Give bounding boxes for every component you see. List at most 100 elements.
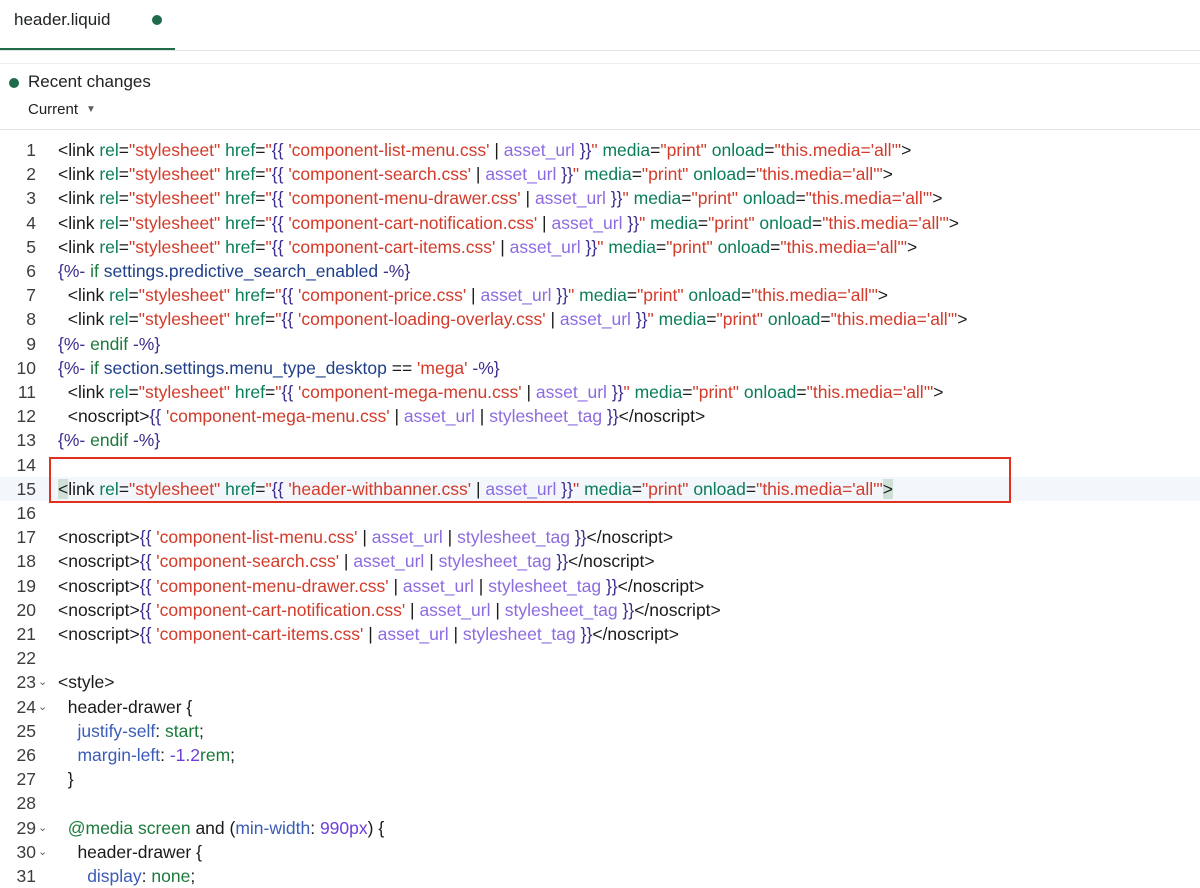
- code-line[interactable]: 17 <noscript>{{ 'component-list-menu.css'…: [0, 525, 1200, 549]
- status-dot-icon: [9, 78, 19, 88]
- line-number: 18: [16, 551, 36, 572]
- tab-label: header.liquid: [14, 10, 111, 29]
- code-line[interactable]: 24 ⌄ header-drawer {: [0, 695, 1200, 719]
- code-editor[interactable]: 1 <link rel="stylesheet" href="{{ 'compon…: [0, 129, 1200, 888]
- fold-chevron-icon[interactable]: ⌄: [38, 816, 47, 840]
- line-number: 6: [26, 261, 36, 281]
- line-number: 28: [16, 793, 36, 814]
- code-line[interactable]: 19 <noscript>{{ 'component-menu-drawer.cs…: [0, 574, 1200, 598]
- code-line[interactable]: 25 justify-self: start;: [0, 719, 1200, 743]
- line-number: 24: [16, 696, 36, 717]
- line-number: 17: [16, 527, 36, 548]
- code-text: display: none;: [87, 866, 196, 886]
- code-text: <style>: [58, 672, 115, 693]
- code-line[interactable]: 27 }: [0, 767, 1200, 791]
- line-number: 23: [16, 672, 36, 693]
- line-number: 7: [26, 285, 36, 306]
- code-text: {%- endif -%}: [58, 333, 161, 354]
- line-number: 25: [16, 720, 36, 741]
- line-number: 1: [26, 140, 36, 160]
- code-line[interactable]: 4 <link rel="stylesheet" href="{{ 'compon…: [0, 211, 1200, 235]
- code-text: <link rel="stylesheet" href="{{ 'compone…: [58, 382, 944, 402]
- line-number: 12: [16, 406, 36, 427]
- code-line[interactable]: 3 <link rel="stylesheet" href="{{ 'compon…: [0, 186, 1200, 210]
- code-line[interactable]: 1 <link rel="stylesheet" href="{{ 'compon…: [0, 138, 1200, 162]
- code-text: <noscript>{{ 'component-menu-drawer.css'…: [58, 575, 705, 596]
- code-line[interactable]: 15 <link rel="stylesheet" href="{{ 'heade…: [0, 476, 1200, 501]
- line-number: 30: [16, 841, 36, 862]
- line-number: 10: [16, 357, 36, 378]
- code-line[interactable]: 29 ⌄ @media screen and (min-width: 990px)…: [0, 816, 1200, 840]
- code-text: justify-self: start;: [77, 720, 204, 741]
- line-number: 9: [26, 333, 36, 354]
- line-number: 26: [16, 745, 36, 765]
- code-line[interactable]: 14: [0, 453, 1200, 477]
- line-number: 13: [16, 430, 36, 451]
- line-number: 27: [16, 769, 36, 790]
- code-line[interactable]: 10 {%- if section.settings.menu_type_desk…: [0, 356, 1200, 380]
- code-text: <noscript>{{ 'component-search.css' | as…: [58, 551, 655, 572]
- code-line[interactable]: 13 {%- endif -%}: [0, 428, 1200, 452]
- code-text: <link rel="stylesheet" href="{{ 'compone…: [58, 212, 960, 233]
- code-text: }: [58, 769, 74, 790]
- line-number: 4: [26, 212, 36, 233]
- fold-chevron-icon[interactable]: ⌄: [38, 840, 47, 864]
- code-text: <noscript>{{ 'component-cart-notificatio…: [58, 599, 721, 620]
- code-text: header-drawer {: [58, 841, 202, 862]
- code-line[interactable]: 6 {%- if settings.predictive_search_enabl…: [0, 259, 1200, 283]
- fold-chevron-icon[interactable]: ⌄: [38, 695, 47, 719]
- code-text: {%- if settings.predictive_search_enable…: [58, 261, 411, 281]
- line-number: 22: [16, 648, 36, 669]
- code-text: <noscript>{{ 'component-mega-menu.css' |…: [58, 406, 706, 427]
- code-text: @media screen and (min-width: 990px) {: [67, 817, 385, 838]
- code-line[interactable]: 8 <link rel="stylesheet" href="{{ 'compo…: [0, 307, 1200, 331]
- code-text: <noscript>{{ 'component-cart-items.css' …: [58, 624, 679, 644]
- line-number: 8: [26, 309, 36, 330]
- code-text: <link rel="stylesheet" href="{{ 'compone…: [58, 188, 943, 209]
- code-line[interactable]: 20 <noscript>{{ 'component-cart-notificat…: [0, 598, 1200, 622]
- code-line[interactable]: 22: [0, 646, 1200, 670]
- code-text: {%- if section.settings.menu_type_deskto…: [58, 357, 500, 378]
- code-text: margin-left: -1.2rem;: [77, 745, 236, 765]
- code-line[interactable]: 28: [0, 791, 1200, 815]
- code-line[interactable]: 21 <noscript>{{ 'component-cart-items.css…: [0, 622, 1200, 646]
- tab-bar: header.liquid: [0, 0, 1200, 51]
- code-line[interactable]: 12 <noscript>{{ 'component-mega-menu.css…: [0, 404, 1200, 428]
- line-number: 11: [17, 382, 36, 402]
- line-number: 31: [16, 866, 36, 886]
- code-line[interactable]: 31 display: none;: [0, 864, 1200, 888]
- code-text: header-drawer {: [58, 696, 193, 717]
- version-dropdown[interactable]: Current ▼: [28, 101, 96, 118]
- code-line[interactable]: 2 <link rel="stylesheet" href="{{ 'compon…: [0, 162, 1200, 186]
- code-text: {%- endif -%}: [58, 430, 161, 451]
- code-line[interactable]: 5 <link rel="stylesheet" href="{{ 'compon…: [0, 235, 1200, 259]
- recent-changes-panel: Recent changes Current ▼: [0, 63, 1200, 130]
- code-text: <link rel="stylesheet" href="{{ 'compone…: [58, 236, 918, 257]
- code-text: <link rel="stylesheet" href="{{ 'compone…: [58, 285, 889, 306]
- fold-chevron-icon[interactable]: ⌄: [38, 670, 47, 694]
- code-line[interactable]: 30 ⌄ header-drawer {: [0, 840, 1200, 864]
- code-line[interactable]: 23 ⌄ <style>: [0, 670, 1200, 694]
- recent-changes-title: Recent changes: [28, 72, 151, 91]
- line-number: 3: [26, 188, 36, 209]
- tab-header-liquid[interactable]: header.liquid: [0, 0, 175, 50]
- unsaved-indicator-icon: [152, 15, 162, 25]
- line-number: 20: [16, 599, 36, 620]
- line-number: 15: [16, 478, 36, 499]
- code-line[interactable]: 11 <link rel="stylesheet" href="{{ 'comp…: [0, 380, 1200, 404]
- code-text: <link rel="stylesheet" href="{{ 'compone…: [58, 309, 968, 330]
- code-text: <noscript>{{ 'component-list-menu.css' |…: [58, 527, 674, 548]
- code-line[interactable]: 7 <link rel="stylesheet" href="{{ 'compo…: [0, 283, 1200, 307]
- code-text: <link rel="stylesheet" href="{{ 'compone…: [58, 164, 893, 185]
- line-number: 2: [26, 164, 36, 185]
- code-text: <link rel="stylesheet" href="{{ 'header-…: [58, 478, 893, 499]
- caret-down-icon: ▼: [86, 104, 96, 115]
- code-line[interactable]: 26 margin-left: -1.2rem;: [0, 743, 1200, 767]
- code-line[interactable]: 16: [0, 501, 1200, 525]
- version-label: Current: [28, 101, 79, 118]
- code-line[interactable]: 18 <noscript>{{ 'component-search.css' | …: [0, 549, 1200, 573]
- code-line[interactable]: 9 {%- endif -%}: [0, 332, 1200, 356]
- line-number: 29: [16, 817, 36, 838]
- line-number: 5: [26, 236, 36, 257]
- code-text: <link rel="stylesheet" href="{{ 'compone…: [58, 140, 912, 160]
